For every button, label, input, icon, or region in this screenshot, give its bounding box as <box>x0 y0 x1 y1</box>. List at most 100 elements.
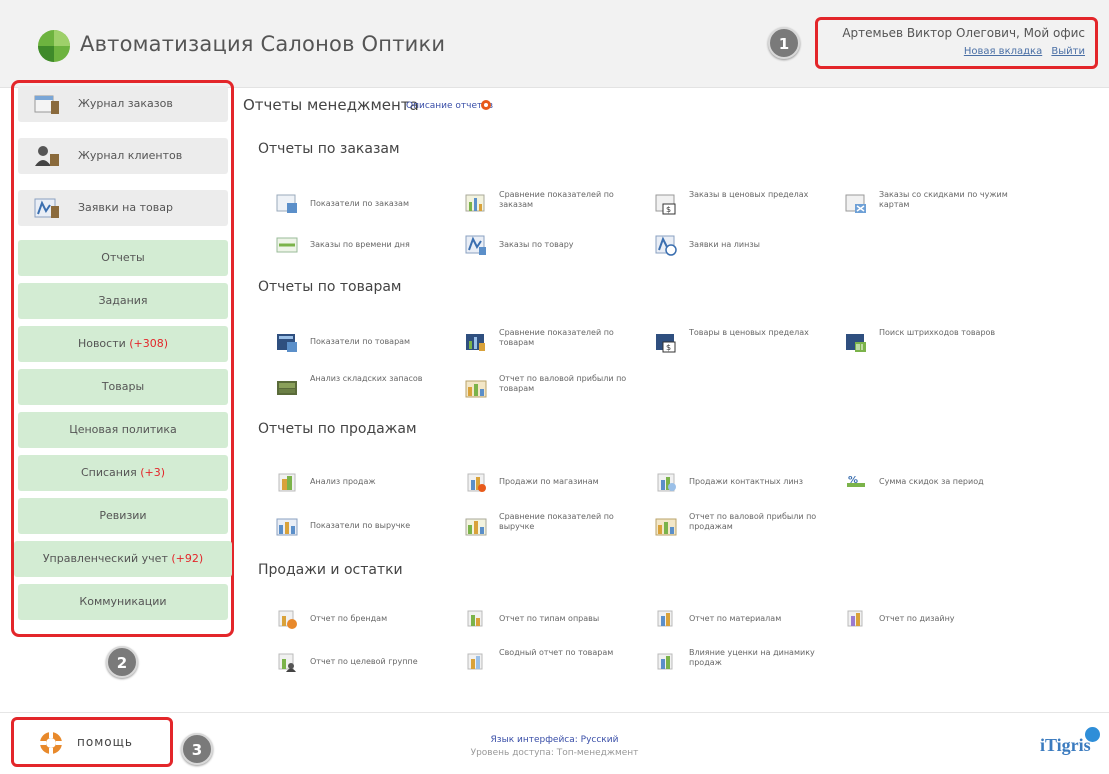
report-label: Показатели по товарам <box>310 337 411 346</box>
report-label: Отчет по материалам <box>689 614 782 623</box>
report-material-icon <box>657 610 673 627</box>
report-target-group-icon <box>278 653 296 672</box>
sidebar-item-label: Ценовая политика <box>69 423 177 436</box>
sidebar-item-writeoffs[interactable]: Списания (+3) <box>18 455 228 491</box>
user-name[interactable]: Артемьев Виктор Олегович, Мой офис <box>842 26 1085 40</box>
report-label: Анализ продаж <box>310 477 376 486</box>
sidebar-item-label: Управленческий учет <box>42 552 168 565</box>
report-label: Товары в ценовых пределах <box>689 328 809 337</box>
header: Автоматизация Салонов Оптики Артемьев Ви… <box>0 0 1109 88</box>
report-label: Анализ складских запасов <box>310 374 423 383</box>
report-label: Заявки на линзы <box>689 240 760 249</box>
sidebar-item-management-accounting[interactable]: Управленческий учет (+92) <box>14 541 232 577</box>
access-level: Уровень доступа: Топ-менеджмент <box>470 748 639 758</box>
writeoffs-count-badge: (+3) <box>140 466 166 479</box>
report-revenue-icon <box>276 518 298 536</box>
clients-journal-icon <box>35 146 59 166</box>
sidebar-item-label: Товары <box>101 380 145 393</box>
report-sales-icon <box>278 473 296 492</box>
page-title: Отчеты менеджмента <box>243 96 419 114</box>
orders-journal-icon <box>34 95 59 114</box>
sidebar-item-label: Ревизии <box>99 509 147 522</box>
report-label: Сравнение показателей по товарам <box>499 328 614 347</box>
section-title-products: Отчеты по товарам <box>258 279 402 295</box>
report-markdown-icon <box>657 653 673 670</box>
report-barcode-icon <box>846 334 866 352</box>
sidebar-item-clients-journal[interactable]: Журнал клиентов <box>18 138 228 174</box>
sidebar-item-label: Коммуникации <box>79 595 167 608</box>
sidebar-item-pricing[interactable]: Ценовая политика <box>18 412 228 448</box>
report-label: Сравнение показателей по выручке <box>499 512 614 531</box>
report-revenue-compare-icon <box>465 518 487 536</box>
report-label: Отчет по валовой прибыли по товарам <box>499 374 627 393</box>
callout-badge-2: 2 <box>106 646 138 678</box>
product-requests-icon <box>34 198 59 218</box>
report-brand-icon <box>278 610 297 629</box>
report-label: Заказы в ценовых пределах <box>689 190 809 199</box>
report-label: Отчет по типам оправы <box>499 614 600 623</box>
sidebar-item-label: Новости <box>77 337 126 350</box>
svg-text:$: $ <box>666 205 671 214</box>
app-logo-icon <box>38 30 70 62</box>
report-store-icon <box>467 473 486 492</box>
sidebar-item-label: Списания <box>80 466 137 479</box>
report-label: Сравнение показателей по заказам <box>499 190 614 209</box>
report-label: Сводный отчет по товарам <box>499 648 614 657</box>
footer-divider <box>0 712 1109 713</box>
report-label: Заказы со скидками по чужим картам <box>879 190 1008 209</box>
report-label: Влияние уценки на динамику продаж <box>689 648 815 667</box>
report-label: Поиск штрихкодов товаров <box>879 328 996 337</box>
sidebar-item-tasks[interactable]: Задания <box>18 283 228 319</box>
report-sales-profit-icon <box>655 518 677 536</box>
svg-text:$: $ <box>666 343 671 352</box>
report-contact-lens-icon <box>657 473 676 492</box>
callout-badge-1: 1 <box>768 27 800 59</box>
sidebar-item-communications[interactable]: Коммуникации <box>18 584 228 620</box>
report-label: Продажи по магазинам <box>499 477 599 486</box>
report-time-icon <box>276 237 298 253</box>
report-compare-icon <box>465 194 485 212</box>
report-product-icon <box>465 235 486 255</box>
sidebar-item-reports[interactable]: Отчеты <box>18 240 228 276</box>
rss-icon[interactable] <box>480 99 492 111</box>
section-title-sales-stock: Продажи и остатки <box>258 562 403 578</box>
section-title-sales: Отчеты по продажам <box>258 421 417 437</box>
report-stock-icon <box>277 381 297 395</box>
sidebar-item-products[interactable]: Товары <box>18 369 228 405</box>
sidebar-item-label: Журнал заказов <box>78 97 173 110</box>
report-frame-icon <box>467 610 483 627</box>
report-label: Сумма скидок за период <box>879 477 984 486</box>
sidebar-item-news[interactable]: Новости (+308) <box>18 326 228 362</box>
sidebar-item-label: Журнал клиентов <box>78 149 183 162</box>
report-lens-icon <box>655 235 677 256</box>
app-title: Автоматизация Салонов Оптики <box>80 32 446 56</box>
report-label: Отчет по брендам <box>310 614 388 623</box>
brand-logo: iTigris <box>1040 735 1091 755</box>
sidebar-item-audits[interactable]: Ревизии <box>18 498 228 534</box>
report-table-icon <box>276 194 297 213</box>
interface-language[interactable]: Язык интерфейса: Русский <box>0 735 1109 745</box>
report-design-icon <box>847 610 863 627</box>
report-label: Показатели по выручке <box>310 521 411 530</box>
report-product-compare-icon <box>466 334 485 351</box>
report-label: Заказы по времени дня <box>310 240 410 249</box>
sidebar-item-orders-journal[interactable]: Журнал заказов <box>18 86 228 122</box>
report-percent-icon: % <box>847 475 865 487</box>
report-label: Показатели по заказам <box>310 199 409 208</box>
svg-text:%: % <box>848 475 858 486</box>
sidebar-item-product-requests[interactable]: Заявки на товар <box>18 190 228 226</box>
report-price-icon: $ <box>655 194 676 215</box>
section-title-orders: Отчеты по заказам <box>258 141 400 157</box>
report-product-price-icon: $ <box>656 334 676 353</box>
logout-link[interactable]: Выйти <box>1051 46 1085 57</box>
report-label: Отчет по дизайну <box>879 614 955 623</box>
user-links: Новая вкладка Выйти <box>958 46 1085 57</box>
user-panel: Артемьев Виктор Олегович, Мой офис Новая… <box>815 17 1098 69</box>
report-label: Отчет по валовой прибыли по продажам <box>689 512 817 531</box>
report-summary-icon <box>467 653 483 670</box>
sidebar-item-label: Заявки на товар <box>78 201 173 214</box>
report-label: Заказы по товару <box>499 240 574 249</box>
report-label: Отчет по целевой группе <box>310 657 418 666</box>
report-profit-icon <box>465 380 487 398</box>
new-tab-link[interactable]: Новая вкладка <box>964 46 1042 57</box>
